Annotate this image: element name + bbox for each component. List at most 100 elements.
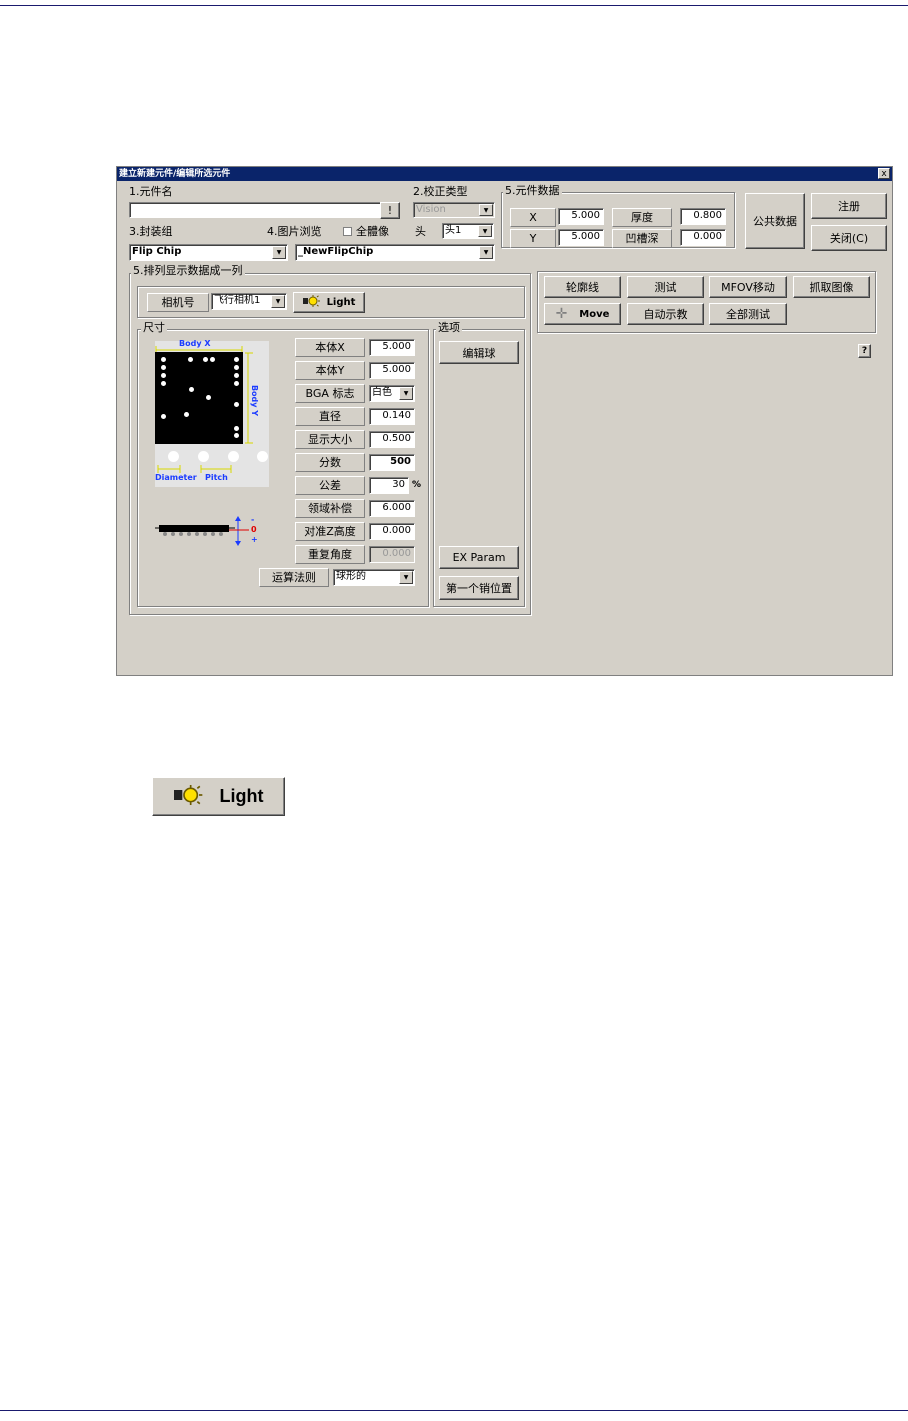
recess-depth-field[interactable]: 0.000 — [680, 229, 726, 246]
tolerance-label: 公差 — [295, 476, 365, 495]
head-value: 头1 — [445, 225, 462, 236]
body-y-dimension: Body Y — [245, 352, 259, 444]
body-x-field[interactable]: 5.000 — [369, 339, 415, 356]
body-x-label: Body X — [179, 339, 211, 348]
bga-mark-value: 白色 — [372, 387, 392, 398]
ex-param-button[interactable]: EX Param — [439, 546, 519, 569]
all-test-button[interactable]: 全部测试 — [709, 303, 787, 325]
chevron-down-icon[interactable]: ▼ — [399, 387, 413, 400]
package-value: Flip Chip — [132, 246, 182, 257]
diameter-label-cell: 直径 — [295, 407, 365, 426]
side-view-diagram: - 0 + — [155, 516, 265, 548]
part-editor-window: 建立新建元件/编辑所选元件 x 1.元件名 ! 2.校正类型 Vision ▼ … — [116, 166, 893, 676]
body-y-field[interactable]: 5.000 — [369, 362, 415, 379]
auto-teach-button[interactable]: 自动示教 — [627, 303, 704, 325]
register-button[interactable]: 注册 — [811, 193, 887, 219]
score-label: 分数 — [295, 453, 365, 472]
repeat-angle-field[interactable]: 0.000 — [369, 546, 415, 563]
bga-preview: Body X Body Y Diameter Pitch — [155, 339, 269, 487]
array-group-title: 5.排列显示数据成一列 — [131, 264, 245, 277]
chevron-down-icon[interactable]: ▼ — [478, 225, 492, 237]
test-button[interactable]: 测试 — [627, 276, 704, 298]
part-name-apply-button[interactable]: ! — [380, 202, 400, 219]
correction-type-select[interactable]: Vision ▼ — [413, 202, 495, 218]
align-z-height-label: 对准Z高度 — [295, 522, 365, 541]
repeat-angle-label: 重复角度 — [295, 545, 365, 564]
contour-button[interactable]: 轮廓线 — [544, 276, 621, 298]
x-value-field[interactable]: 5.000 — [558, 208, 604, 225]
image-file-select[interactable]: _NewFlipChip ▼ — [295, 244, 495, 261]
body-y-label-cell: 本体Y — [295, 361, 365, 380]
correction-type-label: 2.校正类型 — [413, 185, 468, 198]
head-select[interactable]: 头1 ▼ — [442, 223, 494, 239]
grab-image-button[interactable]: 抓取图像 — [793, 276, 870, 298]
correction-type-value: Vision — [416, 204, 446, 215]
side-plus: + — [251, 535, 258, 544]
chevron-down-icon[interactable]: ▼ — [479, 204, 493, 216]
move-label: Move — [579, 308, 610, 320]
thickness-field[interactable]: 0.800 — [680, 208, 726, 225]
bga-mark-label: BGA 标志 — [295, 384, 365, 403]
options-group-title: 选项 — [436, 321, 462, 334]
algorithm-label: 运算法则 — [259, 568, 329, 587]
diameter-field[interactable]: 0.140 — [369, 408, 415, 425]
light-label: Light — [326, 297, 356, 308]
size-group-title: 尺寸 — [141, 321, 167, 334]
algorithm-select[interactable]: 球形的 ▼ — [333, 569, 415, 586]
bottom-rule — [0, 1410, 908, 1411]
image-browse-label: 4.图片浏览 — [267, 225, 322, 238]
chevron-down-icon[interactable]: ▼ — [271, 295, 285, 308]
light-closeup-label: Light — [219, 786, 264, 806]
light-bulb-icon — [173, 785, 204, 808]
display-size-field[interactable]: 0.500 — [369, 431, 415, 448]
bga-mark-select[interactable]: 白色 ▼ — [369, 385, 415, 402]
pitch-dimension — [157, 465, 232, 473]
algorithm-value: 球形的 — [336, 571, 366, 582]
first-pin-position-button[interactable]: 第一个销位置 — [439, 576, 519, 600]
area-compensation-label: 领域补偿 — [295, 499, 365, 518]
head-label: 头 — [415, 225, 426, 238]
window-titlebar: 建立新建元件/编辑所选元件 — [117, 167, 892, 181]
side-zero: 0 — [251, 525, 257, 534]
tolerance-field[interactable]: 30 — [369, 477, 409, 494]
common-data-button[interactable]: 公共数据 — [745, 193, 805, 249]
top-rule — [0, 5, 908, 6]
move-crosshair-icon: ✛ — [555, 306, 568, 322]
mfov-move-button[interactable]: MFOV移动 — [709, 276, 787, 298]
chevron-down-icon[interactable]: ▼ — [272, 246, 286, 259]
mirror-checkbox[interactable] — [343, 227, 352, 236]
area-compensation-field[interactable]: 6.000 — [369, 500, 415, 517]
part-data-title: 5.元件数据 — [503, 184, 562, 197]
y-value-field[interactable]: 5.000 — [558, 229, 604, 246]
x-label: X — [510, 208, 556, 227]
close-icon[interactable]: x — [878, 168, 890, 179]
thickness-label: 厚度 — [612, 208, 672, 227]
body-y-label: Body Y — [250, 384, 260, 417]
package-select[interactable]: Flip Chip ▼ — [129, 244, 288, 261]
camera-select[interactable]: 飞行相机1 ▼ — [211, 293, 287, 310]
image-file-value: _NewFlipChip — [298, 246, 374, 257]
chevron-down-icon[interactable]: ▼ — [399, 571, 413, 584]
light-button[interactable]: Light — [293, 292, 365, 313]
edit-ball-button[interactable]: 编辑球 — [439, 341, 519, 364]
side-minus: - — [251, 515, 255, 524]
chevron-down-icon[interactable]: ▼ — [479, 246, 493, 259]
package-label: 3.封装组 — [129, 225, 173, 238]
camera-value: 飞行相机1 — [214, 295, 261, 306]
y-label: Y — [510, 229, 556, 248]
recess-depth-label: 凹槽深 — [612, 229, 672, 248]
align-z-height-field[interactable]: 0.000 — [369, 523, 415, 540]
tolerance-unit: % — [412, 480, 422, 490]
light-button-closeup: Light — [152, 777, 285, 816]
bga-chip-image — [155, 352, 243, 444]
pitch-label: Pitch — [205, 473, 228, 482]
move-button[interactable]: ✛ Move — [544, 303, 621, 325]
part-name-input[interactable] — [129, 202, 387, 218]
body-x-label-cell: 本体X — [295, 338, 365, 357]
window-title: 建立新建元件/编辑所选元件 — [119, 169, 231, 179]
close-button[interactable]: 关闭(C) — [811, 225, 887, 251]
light-bulb-icon — [302, 295, 321, 310]
help-icon[interactable]: ? — [858, 344, 871, 358]
score-field[interactable]: 500 — [369, 454, 415, 471]
display-size-label: 显示大小 — [295, 430, 365, 449]
